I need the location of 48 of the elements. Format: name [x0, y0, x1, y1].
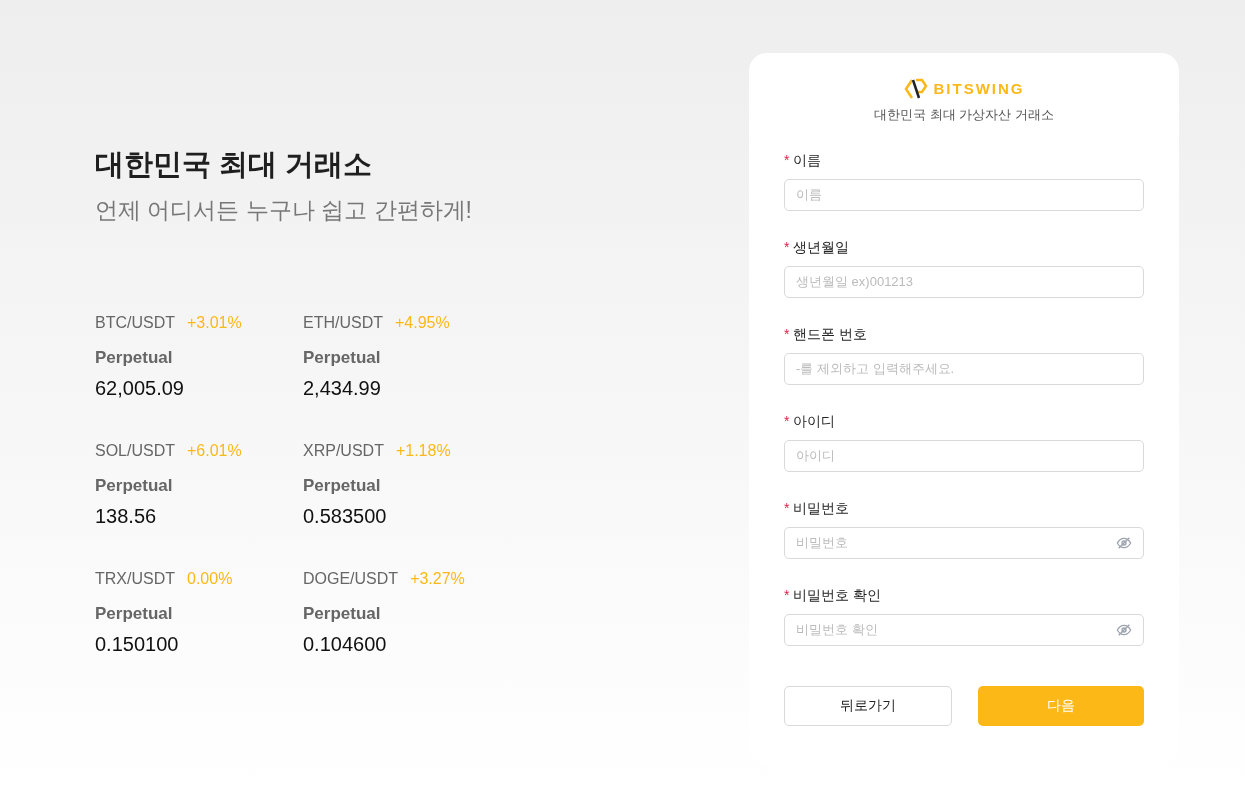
field-label: 이름: [793, 150, 822, 170]
input-field[interactable]: 생년월일 ex)001213: [784, 265, 1144, 298]
contract-type: Perpetual: [95, 475, 174, 497]
contract-type: Perpetual: [95, 603, 174, 625]
brand-name: BITSWING: [933, 78, 1025, 99]
required-mark: *: [784, 498, 790, 518]
price-change: +3.27%: [410, 569, 465, 589]
contract-type: Perpetual: [95, 347, 174, 369]
field-label: 비밀번호 확인: [793, 585, 882, 605]
logo-icon: [903, 77, 928, 101]
field-label: 생년월일: [793, 237, 850, 257]
market-price: 138.56: [95, 504, 158, 529]
market-price: 0.150100: [95, 632, 180, 657]
contract-type: Perpetual: [303, 603, 382, 625]
market-pair: SOL/USDT: [95, 441, 175, 461]
price-change: 0.00%: [187, 569, 233, 589]
required-mark: *: [784, 150, 790, 170]
market-price: 0.104600: [303, 632, 388, 657]
input-field[interactable]: -를 제외하고 입력해주세요.: [784, 352, 1144, 385]
required-mark: *: [784, 585, 790, 605]
field-label: 핸드폰 번호: [793, 324, 868, 344]
required-mark: *: [784, 237, 790, 257]
market-pair: ETH/USDT: [303, 313, 383, 333]
contract-type: Perpetual: [303, 347, 382, 369]
market-price: 2,434.99: [303, 376, 382, 401]
price-change: +1.18%: [395, 441, 451, 461]
required-mark: *: [784, 411, 790, 431]
hero-subtitle: 언제 어디서든 누구나 쉽고 간편하게!: [95, 196, 473, 225]
contract-type: Perpetual: [303, 475, 382, 497]
required-mark: *: [784, 324, 790, 344]
market-price: 0.583500: [303, 504, 388, 529]
hero-title: 대한민국 최대 거래소: [95, 147, 374, 182]
price-change: +6.01%: [187, 441, 242, 461]
market-price: 62,005.09: [95, 376, 185, 401]
brand-tagline: 대한민국 최대 가상자산 거래소: [873, 106, 1055, 124]
price-change: +4.95%: [395, 313, 450, 333]
password-field[interactable]: 비밀번호 확인: [784, 613, 1144, 646]
market-pair: TRX/USDT: [95, 569, 175, 589]
password-field[interactable]: 비밀번호: [784, 526, 1144, 559]
field-label: 아이디: [793, 411, 836, 431]
input-field[interactable]: 이름: [784, 178, 1144, 211]
back-button[interactable]: 뒤로가기: [784, 685, 952, 726]
price-change: +3.01%: [187, 313, 242, 333]
input-field[interactable]: 아이디: [784, 439, 1144, 472]
market-pair: XRP/USDT: [303, 441, 384, 461]
market-pair: BTC/USDT: [95, 313, 175, 333]
market-pair: DOGE/USDT: [303, 569, 399, 589]
field-label: 비밀번호: [793, 498, 850, 518]
